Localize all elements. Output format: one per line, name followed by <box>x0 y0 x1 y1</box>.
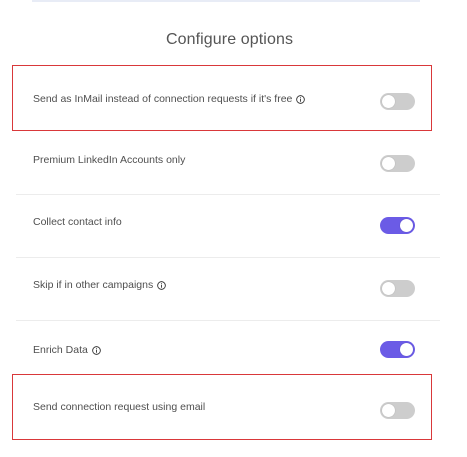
toggle-enrich-data[interactable] <box>380 341 415 358</box>
option-label: Premium LinkedIn Accounts only <box>33 154 186 166</box>
option-row-inmail: Send as InMail instead of connection req… <box>16 68 440 131</box>
top-divider <box>32 0 420 2</box>
option-label: Send connection request using email <box>33 401 206 413</box>
toggle-collect-contact[interactable] <box>380 217 415 234</box>
toggle-premium[interactable] <box>380 155 415 172</box>
toggle-skip-campaigns[interactable] <box>380 280 415 297</box>
toggle-knob <box>382 404 395 417</box>
toggle-inmail[interactable] <box>380 93 415 110</box>
info-icon[interactable] <box>92 345 101 355</box>
option-label: Skip if in other campaigns <box>33 279 154 291</box>
option-row-collect-contact: Collect contact info <box>16 195 440 258</box>
option-row-enrich-data: Enrich Data <box>16 321 440 376</box>
option-row-skip-campaigns: Skip if in other campaigns <box>16 258 440 321</box>
option-label: Collect contact info <box>33 216 122 228</box>
toggle-knob <box>400 219 413 232</box>
toggle-email-request[interactable] <box>380 402 415 419</box>
toggle-knob <box>382 95 395 108</box>
option-row-email-request: Send connection request using email <box>16 377 440 440</box>
section-title: Configure options <box>165 31 294 48</box>
toggle-knob <box>382 157 395 170</box>
option-label: Enrich Data <box>33 344 88 356</box>
info-icon[interactable] <box>157 280 167 290</box>
toggle-knob <box>400 343 413 356</box>
info-icon[interactable] <box>296 94 306 104</box>
option-row-premium: Premium LinkedIn Accounts only <box>16 131 440 195</box>
toggle-knob <box>382 282 395 295</box>
option-label: Send as InMail instead of connection req… <box>33 93 293 105</box>
